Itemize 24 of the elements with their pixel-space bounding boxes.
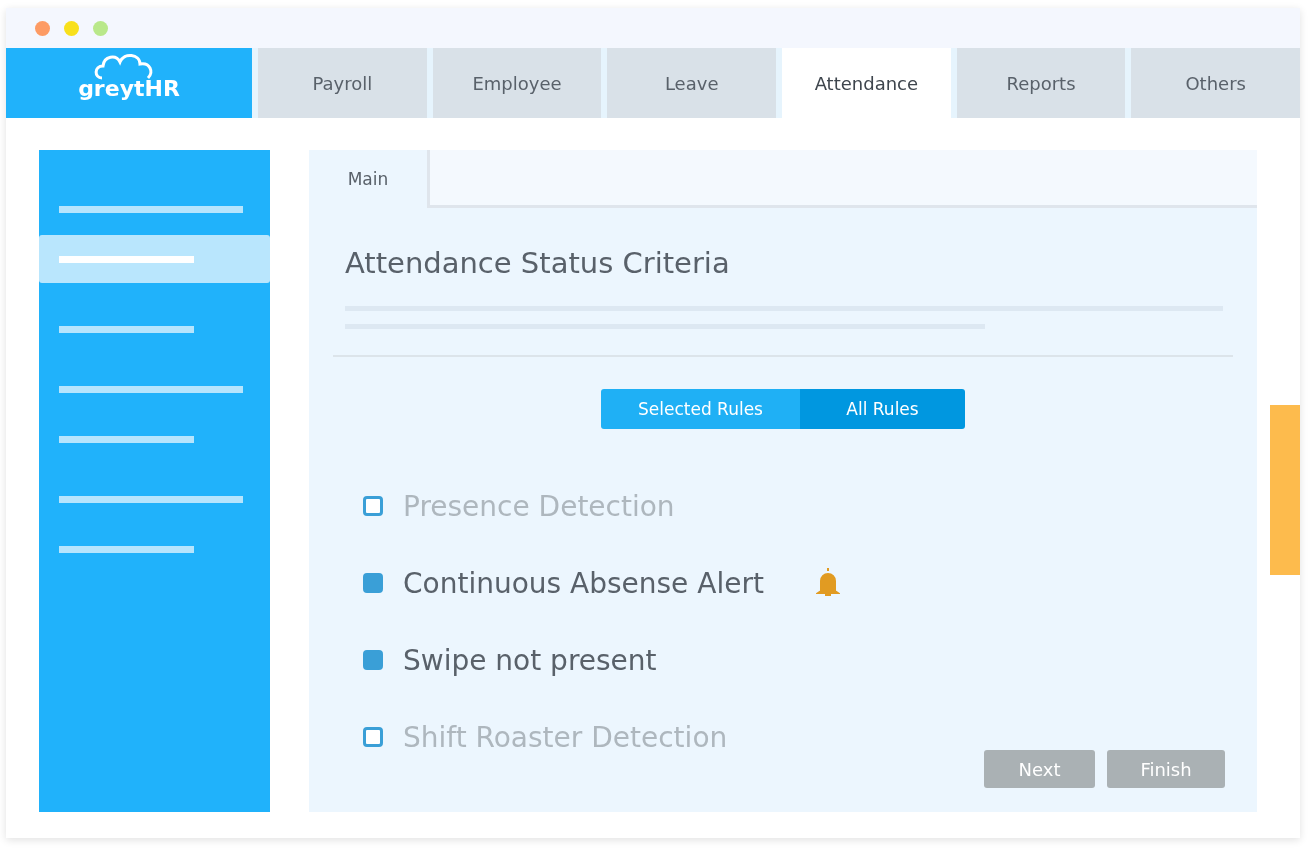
rule-label: Presence Detection — [403, 489, 675, 523]
nav-tab[interactable]: Others — [1131, 48, 1301, 118]
nav-tab[interactable]: Payroll — [258, 48, 427, 118]
checkbox[interactable] — [363, 496, 383, 516]
side-handle[interactable] — [1270, 405, 1300, 575]
nav-tab[interactable]: Employee — [432, 48, 602, 118]
nav-tab[interactable]: Leave — [607, 48, 776, 118]
close-button[interactable] — [35, 20, 50, 36]
rule-label: Shift Roaster Detection — [403, 720, 728, 754]
toggle-option[interactable]: All Rules — [800, 389, 965, 429]
minimize-button[interactable] — [64, 20, 79, 36]
checkbox[interactable] — [363, 650, 383, 670]
checkbox[interactable] — [363, 573, 383, 593]
panel-tab[interactable]: Main — [309, 150, 430, 208]
rule-label: Swipe not present — [403, 643, 657, 677]
nav-tab[interactable]: Attendance — [782, 48, 951, 118]
nav-tab[interactable]: Reports — [956, 48, 1126, 118]
maximize-button[interactable] — [93, 20, 108, 36]
checkbox[interactable] — [363, 727, 383, 747]
logo: greytHR — [6, 48, 252, 118]
toggle-option[interactable]: Selected Rules — [601, 389, 800, 429]
sidebar-item[interactable] — [39, 235, 270, 283]
section-title: Attendance Status Criteria — [345, 246, 731, 280]
rule-label: Continuous Absense Alert — [403, 566, 764, 600]
